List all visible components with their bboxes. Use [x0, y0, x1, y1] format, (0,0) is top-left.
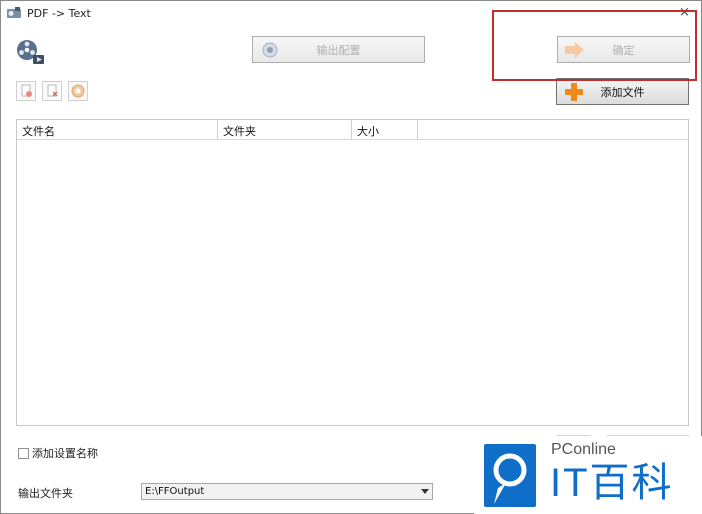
output-config-label: 输出配置: [316, 43, 361, 57]
column-header-filename[interactable]: 文件名: [17, 120, 218, 139]
remove-doc-icon: [47, 84, 58, 97]
add-doc-icon: [21, 84, 32, 97]
highlight-box: [492, 10, 697, 81]
watermark: PConline IT百科: [474, 436, 702, 514]
add-doc-tool-button[interactable]: [16, 81, 36, 101]
file-list-table[interactable]: 文件名 文件夹 大小: [16, 119, 689, 426]
chevron-down-icon: [421, 489, 429, 494]
add-file-button[interactable]: 添加文件: [556, 78, 689, 105]
pconline-logo-icon: [484, 444, 536, 507]
add-setting-name-option[interactable]: 添加设置名称: [18, 445, 98, 461]
column-header-folder[interactable]: 文件夹: [218, 120, 352, 139]
output-folder-select[interactable]: E:\FFOutput: [141, 483, 433, 500]
remove-doc-tool-button[interactable]: [42, 81, 62, 101]
output-config-button[interactable]: 输出配置: [252, 36, 425, 63]
clear-icon: [71, 84, 85, 98]
watermark-brand: PConline: [551, 441, 616, 458]
output-folder-value: E:\FFOutput: [145, 486, 205, 497]
add-setting-name-label: 添加设置名称: [32, 447, 98, 460]
plus-icon: [563, 82, 585, 102]
file-list-header: 文件名 文件夹 大小: [17, 120, 688, 140]
column-header-size[interactable]: 大小: [352, 120, 418, 139]
film-reel-icon: [17, 40, 44, 64]
output-folder-label: 输出文件夹: [18, 487, 73, 500]
clear-tool-button[interactable]: [68, 81, 88, 101]
add-file-label: 添加文件: [600, 85, 645, 99]
app-icon: [7, 7, 21, 18]
window-title: PDF -> Text: [27, 7, 91, 20]
config-icon: [259, 40, 281, 60]
watermark-title: IT百科: [550, 461, 674, 505]
add-setting-name-checkbox[interactable]: [18, 447, 29, 459]
